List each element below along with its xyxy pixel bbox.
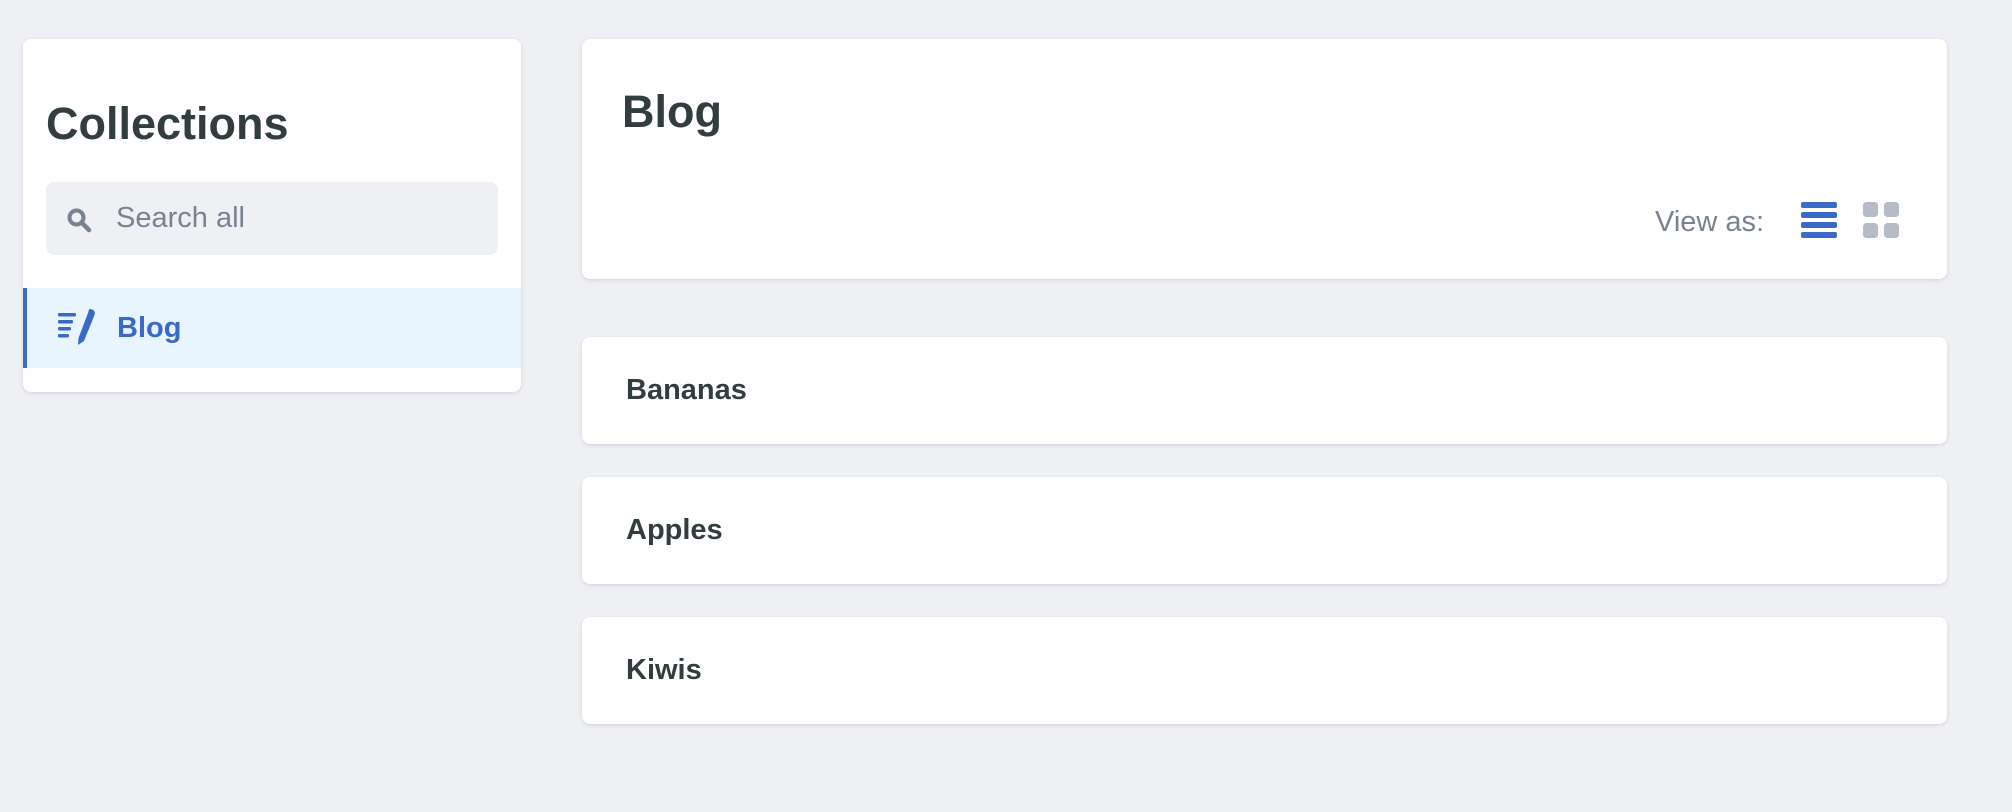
page-title: Blog <box>622 86 722 137</box>
entry-card[interactable]: Bananas <box>582 337 1947 444</box>
entry-card[interactable]: Kiwis <box>582 617 1947 724</box>
entry-title: Kiwis <box>626 654 702 686</box>
search-box[interactable] <box>46 182 498 255</box>
collection-header: Blog <box>582 39 1947 279</box>
view-as-label: View as: <box>1655 206 1765 238</box>
sidebar-title: Collections <box>46 98 289 149</box>
list-view-icon[interactable] <box>1800 201 1838 239</box>
sidebar-item-blog[interactable]: Blog <box>23 288 521 368</box>
search-icon <box>67 208 92 233</box>
entry-card[interactable]: Apples <box>582 477 1947 584</box>
grid-view-icon[interactable] <box>1862 201 1900 239</box>
sidebar-item-label: Blog <box>117 312 182 344</box>
search-input[interactable] <box>106 182 496 255</box>
collections-sidebar: Collections Blog <box>23 39 521 392</box>
entry-title: Apples <box>626 514 723 546</box>
entry-title: Bananas <box>626 374 747 406</box>
write-icon <box>58 309 95 345</box>
